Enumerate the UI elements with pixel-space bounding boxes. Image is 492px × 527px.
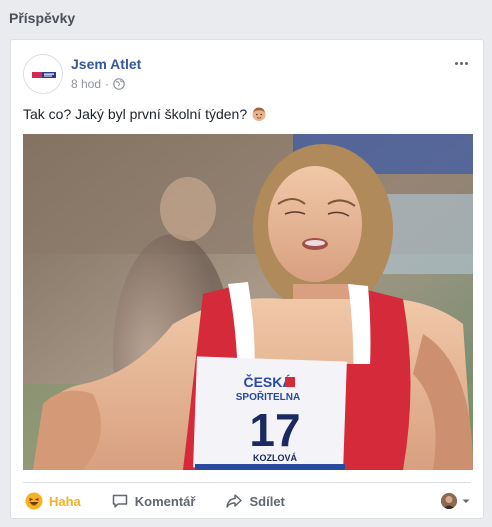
comment-label: Komentář [134,493,196,509]
share-icon [226,494,243,508]
bib-number: 17 [249,404,300,456]
user-avatar [441,493,457,509]
post-card: Jsem Atlet 8 hod · Tak co? Jaký byl prvn… [10,39,484,519]
page-avatar[interactable] [23,54,63,94]
comment-icon [112,494,128,508]
haha-reaction-button[interactable]: Haha [23,486,83,516]
globe-icon[interactable] [113,78,125,90]
share-label: Sdílet [249,493,285,509]
post-as-selector[interactable] [441,493,471,509]
bib-sponsor-line2: SPOŘITELNA [236,390,300,403]
more-options-button[interactable] [451,56,471,70]
comment-button[interactable]: Komentář [109,486,198,516]
avatar-logo [24,55,62,93]
meta-separator: · [105,77,110,91]
athlete-photo: ČESKÁ SPOŘITELNA 17 KOZLOVÁ [23,134,473,470]
post-actions: Haha Komentář Sdílet [23,486,471,516]
emoji-icon [252,107,266,121]
actions-divider [23,482,471,483]
haha-label: Haha [49,493,81,509]
post-text-content: Tak co? Jaký byl první školní týden? [23,106,248,122]
post-time[interactable]: 8 hod [71,77,101,91]
haha-icon [25,492,43,510]
post-photo[interactable]: ČESKÁ SPOŘITELNA 17 KOZLOVÁ [23,134,473,470]
post-text: Tak co? Jaký byl první školní týden? [23,106,267,122]
post-header: Jsem Atlet 8 hod · [23,52,471,96]
section-title: Příspěvky [9,10,76,26]
share-button[interactable]: Sdílet [223,486,286,516]
more-icon [454,61,458,65]
post-meta: 8 hod · [71,77,125,91]
chevron-down-icon [462,499,470,503]
bib-name: KOZLOVÁ [253,453,297,463]
page-name-link[interactable]: Jsem Atlet [71,56,141,72]
